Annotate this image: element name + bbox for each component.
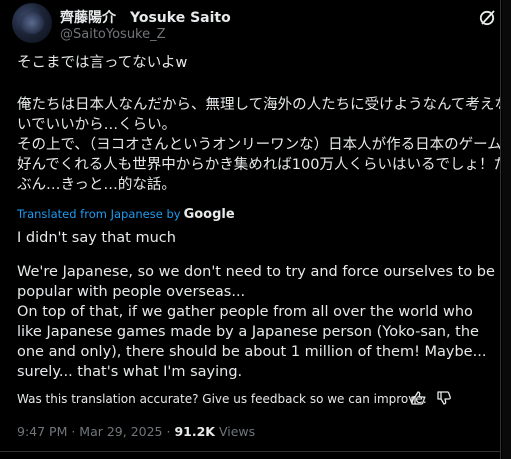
translation-attribution[interactable]: Translated from Japanese by Google — [17, 207, 235, 222]
thumbs-up-icon[interactable] — [410, 390, 426, 406]
post-meta: 9:47 PM · Mar 29, 2025 · 91.2K Views — [17, 424, 255, 439]
post-original-line1: そこまでは言ってないよw — [17, 55, 188, 71]
views-count: 91.2K — [174, 424, 215, 439]
post-translation-body: We're Japanese, so we don't need to try … — [17, 264, 495, 380]
post-panel: 齊藤陽介 Yosuke Saito @SaitoYosuke_Z そこまでは言って… — [0, 0, 501, 459]
google-logo: Google — [183, 207, 235, 222]
thumbs-down-icon[interactable] — [436, 390, 452, 406]
post-original-body: 俺たちは日本人なんだから、無理して海外の人たちに受けようなんて考えないでいいから… — [17, 97, 501, 193]
grok-icon[interactable] — [478, 8, 498, 28]
views-label: Views — [218, 424, 256, 439]
post-timestamp[interactable]: 9:47 PM · Mar 29, 2025 · — [17, 424, 170, 439]
side-edge — [502, 0, 511, 459]
author-handle[interactable]: @SaitoYosuke_Z — [60, 27, 166, 42]
translated-from-text[interactable]: Translated from Japanese by — [17, 207, 181, 221]
avatar[interactable] — [12, 3, 52, 43]
author-name-jp[interactable]: 齊藤陽介 — [60, 10, 116, 26]
divider — [0, 451, 500, 452]
author-name[interactable]: 齊藤陽介 Yosuke Saito — [60, 7, 231, 27]
author-name-en[interactable]: Yosuke Saito — [130, 10, 231, 26]
post-translation-line1: I didn't say that much — [17, 230, 176, 246]
translation-feedback-prompt: Was this translation accurate? Give us f… — [17, 392, 427, 406]
